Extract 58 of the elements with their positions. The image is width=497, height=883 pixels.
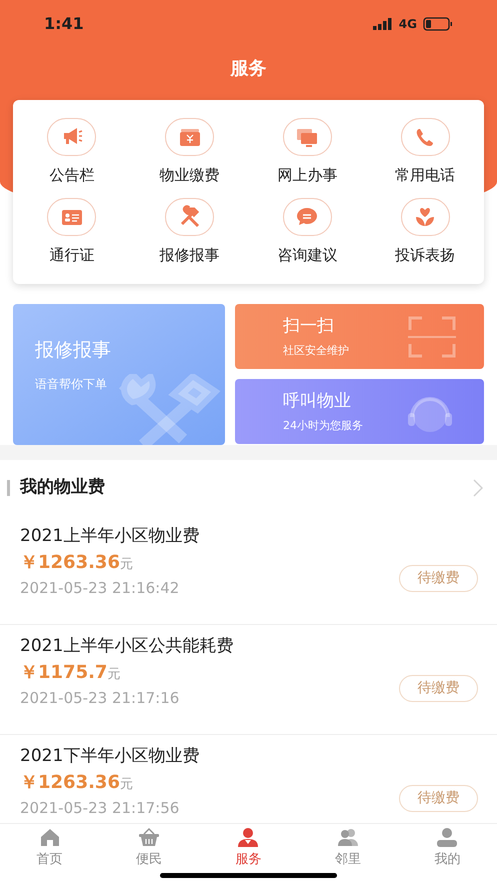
banner-card[interactable]: 扫一扫 社区安全维护 bbox=[235, 304, 484, 369]
service-label[interactable]: 报修报事 bbox=[160, 244, 220, 266]
service-label[interactable]: 投诉表扬 bbox=[395, 244, 456, 266]
tools-icon[interactable] bbox=[165, 198, 214, 236]
signal-icon bbox=[372, 18, 393, 30]
basket-icon bbox=[138, 827, 160, 848]
service-label[interactable]: 物业缴费 bbox=[160, 164, 220, 186]
tab-item[interactable]: 我的 bbox=[398, 824, 497, 873]
screens-icon[interactable] bbox=[282, 118, 332, 156]
tab-item[interactable]: 服务 bbox=[198, 824, 298, 873]
person-icon bbox=[237, 827, 260, 848]
tab-item[interactable]: 便民 bbox=[99, 824, 199, 873]
banner-subtitle: 24小时为您服务 bbox=[283, 418, 363, 434]
banner-subtitle: 社区安全维护 bbox=[283, 343, 349, 359]
tab-item[interactable]: 首页 bbox=[0, 824, 100, 873]
heart-flower-icon[interactable] bbox=[400, 198, 450, 236]
person-icon bbox=[436, 827, 458, 848]
fee-time: 2021-05-23 21:17:56 bbox=[20, 799, 180, 817]
fee-name: 2021上半年小区物业费 bbox=[20, 525, 200, 547]
page-title: 服务 bbox=[230, 56, 266, 80]
service-label[interactable]: 通行证 bbox=[49, 244, 94, 266]
tab-item[interactable]: 邻里 bbox=[298, 824, 398, 873]
id-card-icon[interactable] bbox=[47, 198, 96, 236]
banner-title: 报修报事 bbox=[35, 338, 111, 364]
wallet-icon[interactable] bbox=[165, 118, 214, 156]
chevron-right-icon[interactable] bbox=[473, 478, 483, 496]
fee-name: 2021下半年小区物业费 bbox=[20, 745, 200, 767]
banner-title: 扫一扫 bbox=[283, 314, 334, 338]
service-label[interactable]: 咨询建议 bbox=[277, 244, 338, 266]
scan-icon bbox=[408, 316, 456, 358]
battery-icon bbox=[423, 17, 453, 31]
banner-title: 呼叫物业 bbox=[283, 390, 351, 412]
network-label: 4G bbox=[398, 16, 417, 33]
banner-card[interactable]: 报修报事 语音帮你下单 bbox=[13, 304, 225, 445]
section-title: 我的物业费 bbox=[20, 476, 105, 499]
service-label[interactable]: 常用电话 bbox=[395, 164, 456, 186]
currency-unit: 元 bbox=[120, 556, 133, 574]
fee-amount: ￥1175.7 bbox=[20, 661, 108, 685]
fee-time: 2021-05-23 21:17:16 bbox=[20, 689, 180, 707]
status-time: 1:41 bbox=[44, 13, 84, 35]
currency-unit: 元 bbox=[107, 666, 120, 684]
service-label[interactable]: 网上办事 bbox=[277, 164, 338, 186]
phone-icon[interactable] bbox=[400, 118, 450, 156]
fee-name: 2021上半年小区公共能耗费 bbox=[20, 635, 234, 657]
home-icon bbox=[38, 827, 61, 848]
status-button[interactable]: 待缴费 bbox=[399, 565, 478, 592]
people-icon bbox=[336, 827, 359, 848]
megaphone-icon[interactable] bbox=[47, 118, 96, 156]
banner-card[interactable]: 呼叫物业 24小时为您服务 bbox=[235, 379, 484, 444]
status-button[interactable]: 待缴费 bbox=[399, 675, 478, 702]
chat-bubble-icon[interactable] bbox=[282, 198, 332, 236]
service-label[interactable]: 公告栏 bbox=[49, 164, 94, 186]
currency-unit: 元 bbox=[120, 776, 133, 794]
fee-time: 2021-05-23 21:16:42 bbox=[20, 579, 180, 597]
banner-subtitle: 语音帮你下单 bbox=[35, 376, 107, 393]
fee-amount: ￥1263.36 bbox=[20, 771, 120, 795]
status-button[interactable]: 待缴费 bbox=[399, 785, 478, 812]
fee-amount: ￥1263.36 bbox=[20, 551, 120, 575]
